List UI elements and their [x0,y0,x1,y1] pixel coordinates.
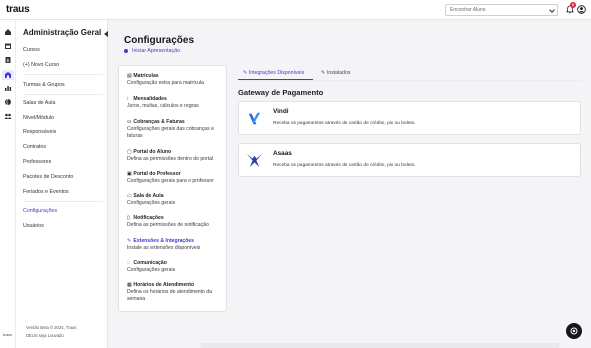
icon-rail: $ traus [0,20,16,348]
sidebar-item-contratos[interactable]: Contratos [23,144,46,150]
settings-item-title: Comunicação [133,260,167,266]
sidebar-title: Administração Geral [23,28,102,37]
document-icon: ▤ [127,73,132,79]
notification-badge: 0 [570,2,576,8]
integration-desc: Receba os pagamentos através de cartão d… [273,121,416,126]
reports-icon[interactable] [4,84,12,92]
info-icon [124,48,128,53]
settings-item-title: Matrículas [133,73,159,79]
coins-icon: ⛀ [127,119,132,125]
app-logo[interactable]: traus [6,4,30,15]
integration-name: Vindi [273,108,289,115]
classroom-icon: ▭ [127,193,132,199]
sidebar-item-usuarios[interactable]: Usuários [23,223,44,229]
settings-item-desc: Defina as permissões de notificação [127,222,209,228]
sidebar-divider [23,74,103,75]
settings-item-desc: Configuração extra para matrícula [127,80,205,86]
sidebar-item-professores[interactable]: Professores [23,159,51,165]
teacher-icon: ▣ [127,171,132,177]
settings-item-portal-aluno[interactable]: ▢ Portal do Aluno Defina as permissões d… [127,149,227,163]
settings-item-extensoes-integracoes[interactable]: ✎ Extensões & Integrações Instale as ext… [127,238,227,252]
top-bar: traus Encontrar Aluno 0 [0,0,591,20]
settings-item-title: Portal do Professor [133,171,181,177]
calendar-icon[interactable] [4,42,12,50]
integration-card-asaas[interactable]: Asaas Receba os pagamentos através de ca… [238,143,581,177]
student-search-placeholder: Encontrar Aluno [450,7,486,13]
calendar-icon: ▦ [127,282,132,288]
admin-sidebar: Administração Geral Cursos (+) Novo Curs… [16,20,108,348]
settings-item-desc: Juros, multas, cálculos e regras [127,103,199,109]
start-tour-link[interactable]: Iniciar Apresentação [124,48,180,54]
asaas-logo-icon [246,153,263,168]
sidebar-item-configuracoes[interactable]: Configurações [23,208,57,214]
settings-item-notificacoes[interactable]: ▯ Notificações Defina as permissões de n… [127,215,227,229]
tab-label: Integrações Disponíveis [248,70,305,76]
collapse-sidebar-icon[interactable] [104,31,108,37]
settings-item-matriculas[interactable]: ▤ Matrículas Configuração extra para mat… [127,73,227,87]
phone-icon: ▯ [127,215,130,221]
integration-card-vindi[interactable]: Vindi Receba os pagamentos através de ca… [238,101,581,135]
tab-label: Instalados [326,70,351,76]
section-title: Gateway de Pagamento [238,88,324,97]
settings-item-portal-professor[interactable]: ▣ Portal do Professor Configurações gera… [127,171,227,185]
settings-menu: ▤ Matrículas Configuração extra para mat… [118,65,227,312]
settings-item-desc: Configurações gerais [127,267,176,273]
settings-item-horarios-atendimento[interactable]: ▦ Horários de Atendimento Defina os horá… [127,282,227,303]
chat-icon: ◌ [127,260,131,266]
rail-logo: traus [3,332,12,337]
globe-icon[interactable] [4,98,12,106]
settings-item-title: Cobranças & Faturas [133,119,185,125]
settings-item-desc: Configurações gerais [127,200,176,206]
student-search-select[interactable]: Encontrar Aluno [445,4,558,16]
integration-desc: Receba os pagamentos através de cartão d… [273,163,416,168]
settings-item-desc: Defina os horários de atendimento da sem… [127,289,212,302]
version-text: Versão Beta © 2024, Traus [26,325,77,330]
settings-item-title: Notificações [133,215,164,221]
sidebar-item-pacotes-de-desconto[interactable]: Pacotes de Desconto [23,174,73,180]
chevron-down-icon [549,7,555,13]
integration-name: Asaas [273,150,292,157]
settings-item-title: Extensões & Integrações [133,238,195,244]
tab-instalados[interactable]: ✎ Instalados [321,70,350,76]
settings-item-desc: Defina as permissões dentro do portal [127,156,214,162]
users-icon[interactable] [4,112,12,120]
home-icon[interactable] [4,28,12,36]
building-icon [5,72,11,78]
settings-item-desc: Configurações gerais para o professor [127,178,214,184]
settings-item-desc: Configurações gerais das cobranças e fat… [127,126,214,139]
sidebar-item-novo-curso[interactable]: (+) Novo Curso [23,62,59,68]
finance-icon[interactable]: $ [4,56,12,64]
motto-text: DEUS seja Louvado [26,333,64,338]
settings-item-desc: Instale as extensões disponíveis [127,245,201,251]
vindi-logo-icon [248,112,261,125]
settings-item-title: Horários de Atendimento [133,282,195,288]
support-icon [570,327,578,335]
tabs-divider [238,80,581,81]
settings-item-cobrancas-faturas[interactable]: ⛀ Cobranças & Faturas Configurações gera… [127,119,227,140]
sidebar-item-responsaveis[interactable]: Responsáveis [23,129,56,135]
portal-icon: ▢ [127,149,132,155]
help-fab-button[interactable] [566,323,582,339]
page-title: Configurações [124,35,195,46]
sidebar-item-feriados-eventos[interactable]: Feriados e Eventos [23,189,69,195]
settings-item-title: Sala de Aula [133,193,164,199]
sidebar-item-nivel-modulo[interactable]: Nível/Módulo [23,115,54,121]
sidebar-item-salas-de-aula[interactable]: Salas de Aula [23,100,55,106]
plug-icon: ✎ [127,238,132,244]
dots-icon: ⁝ [127,96,129,102]
sidebar-item-turmas-grupos[interactable]: Turmas & Grupos [23,82,65,88]
settings-item-title: Portal do Aluno [133,149,172,155]
settings-item-sala-de-aula[interactable]: ▭ Sala de Aula Configurações gerais [127,193,227,207]
settings-item-mensalidades[interactable]: ⁝ Mensalidades Juros, multas, cálculos e… [127,96,227,110]
settings-item-comunicacao[interactable]: ◌ Comunicação Configurações gerais [127,260,227,274]
settings-item-title: Mensalidades [133,96,167,102]
user-account-icon[interactable] [577,5,586,14]
sidebar-item-cursos[interactable]: Cursos [23,47,40,53]
sidebar-divider [23,201,103,202]
sidebar-divider [23,94,103,95]
bottom-shadow [200,343,560,348]
start-tour-label: Iniciar Apresentação [132,48,180,54]
admin-nav-active[interactable] [2,70,14,80]
tab-integracoes-disponiveis[interactable]: ✎ Integrações Disponíveis [243,70,304,76]
